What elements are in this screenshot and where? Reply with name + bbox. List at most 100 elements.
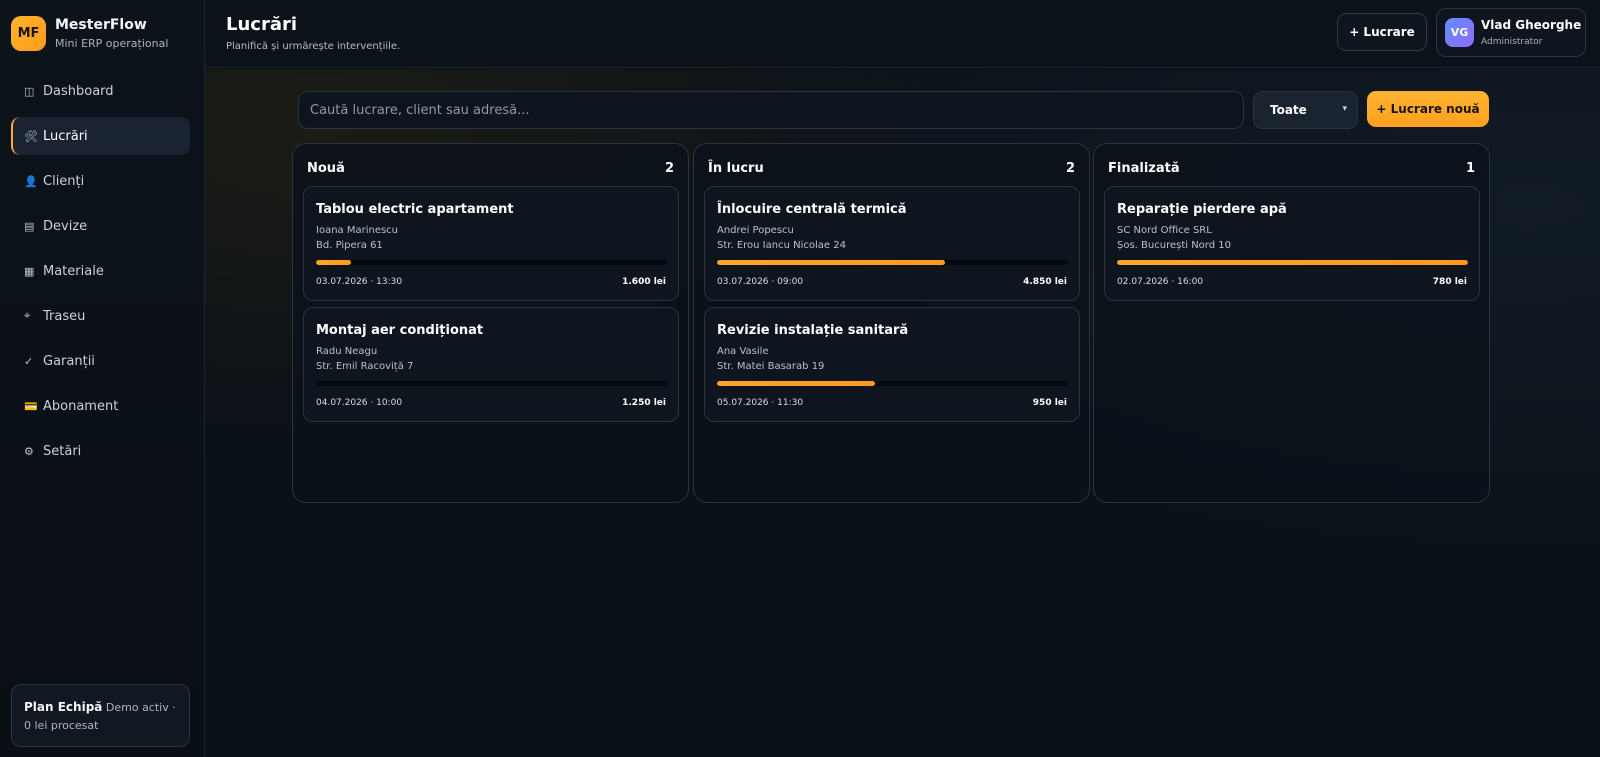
progress-fill (717, 381, 875, 386)
job-title: Reparație pierdere apă (1117, 202, 1287, 217)
column-header: În lucru 2 (708, 161, 1075, 176)
column-title: Finalizată (1108, 161, 1180, 176)
tools-icon: 🛠 (24, 129, 38, 143)
chevron-down-icon: ▾ (1342, 104, 1347, 114)
job-price: 950 lei (1032, 398, 1067, 408)
progress-bar (717, 260, 1068, 265)
progress-bar (1117, 260, 1468, 265)
job-price: 4.850 lei (1023, 277, 1067, 287)
sidebar-item-gear[interactable]: ⚙ Setări (11, 432, 190, 470)
sidebar-item-dashboard[interactable]: ◫ Dashboard (11, 72, 190, 110)
column-count: 2 (664, 161, 674, 176)
check-icon: ✓ (24, 354, 34, 368)
job-address: Șos. București Nord 10 (1117, 240, 1231, 251)
job-client: Andrei Popescu (717, 225, 794, 236)
brand[interactable]: MF MesterFlow Mini ERP operațional (11, 16, 168, 51)
job-price: 1.250 lei (622, 398, 666, 408)
brand-logo: MF (11, 16, 46, 51)
column-count: 2 (1065, 161, 1075, 176)
plan-box[interactable]: Plan Echipă Demo activ · 0 lei procesat (11, 684, 190, 747)
job-client: Ioana Marinescu (316, 225, 399, 236)
job-price: 1.600 lei (622, 277, 666, 287)
job-address: Str. Emil Racoviță 7 (316, 361, 414, 372)
progress-bar (717, 381, 1068, 386)
sidebar-item-label: Dashboard (43, 83, 114, 99)
route-icon: ⌖ (24, 309, 31, 322)
kanban-column: Nouă 2 Tablou electric apartament Ioana Mar… (292, 143, 689, 503)
kanban-column: În lucru 2 Înlocuire centrală termică Andre… (693, 143, 1090, 503)
job-title: Înlocuire centrală termică (717, 202, 907, 217)
sidebar-item-tools[interactable]: 🛠 Lucrări (11, 117, 190, 155)
card-icon: 💳 (24, 399, 38, 413)
sidebar-item-check[interactable]: ✓ Garanții (11, 342, 190, 380)
sidebar-nav: ◫ Dashboard 🛠 Lucrări 👤 Clienți ▤ Devize ▦ Materi… (11, 72, 190, 477)
sidebar-item-label: Materiale (43, 263, 104, 279)
sidebar-item-label: Garanții (43, 353, 95, 369)
progress-fill (1117, 260, 1468, 265)
progress-bar (316, 381, 667, 386)
job-date: 03.07.2026 · 09:00 (717, 277, 804, 287)
job-card[interactable]: Înlocuire centrală termică Andrei Popescu… (704, 186, 1080, 301)
sidebar-item-label: Lucrări (43, 128, 88, 144)
job-card[interactable]: Tablou electric apartament Ioana Marinesc… (303, 186, 679, 301)
column-header: Nouă 2 (307, 161, 674, 176)
brand-name: MesterFlow (55, 17, 147, 33)
job-address: Str. Erou Iancu Nicolae 24 (717, 240, 846, 251)
sidebar-item-label: Setări (43, 443, 82, 459)
column-count: 1 (1465, 161, 1475, 176)
job-address: Bd. Pipera 61 (316, 240, 383, 251)
job-title: Montaj aer condiționat (316, 323, 484, 338)
sidebar-item-label: Clienți (43, 173, 85, 189)
job-address: Str. Matei Basarab 19 (717, 361, 825, 372)
main-content: Toate ▾ + Lucrare nouă Nouă 2 Tablou elect… (205, 69, 1600, 757)
user-name: Vlad Gheorghe (1481, 18, 1582, 32)
sidebar: MF MesterFlow Mini ERP operațional ◫ Dash… (0, 0, 205, 757)
dashboard-icon: ◫ (24, 84, 35, 98)
user-icon: 👤 (24, 174, 38, 188)
job-date: 02.07.2026 · 16:00 (1117, 277, 1204, 287)
sidebar-item-user[interactable]: 👤 Clienți (11, 162, 190, 200)
sidebar-item-label: Abonament (43, 398, 119, 414)
topbar: Lucrări Planifică și urmărește intervenț… (205, 0, 1600, 68)
grid-icon: ▦ (24, 264, 35, 278)
sidebar-item-document[interactable]: ▤ Devize (11, 207, 190, 245)
job-date: 05.07.2026 · 11:30 (717, 398, 804, 408)
job-date: 04.07.2026 · 10:00 (316, 398, 403, 408)
progress-bar (316, 260, 667, 265)
user-text: Vlad Gheorghe Administrator (1481, 18, 1581, 47)
job-title: Revizie instalație sanitară (717, 323, 909, 338)
brand-subtitle: Mini ERP operațional (55, 37, 169, 50)
gear-icon: ⚙ (24, 444, 34, 458)
user-menu[interactable]: VG Vlad Gheorghe Administrator (1436, 8, 1586, 57)
job-client: SC Nord Office SRL (1117, 225, 1212, 236)
job-price: 780 lei (1432, 277, 1467, 287)
sidebar-item-route[interactable]: ⌖ Traseu (11, 297, 190, 335)
new-job-button[interactable]: + Lucrare nouă (1367, 91, 1489, 127)
user-role: Administrator (1481, 37, 1543, 47)
job-client: Ana Vasile (717, 346, 769, 357)
brand-text: MesterFlow Mini ERP operațional (55, 17, 168, 50)
search-input[interactable] (298, 91, 1244, 129)
job-card[interactable]: Revizie instalație sanitară Ana Vasile Str… (704, 307, 1080, 422)
sidebar-item-label: Traseu (43, 308, 86, 324)
avatar: VG (1445, 18, 1474, 47)
progress-fill (316, 260, 352, 265)
job-card[interactable]: Montaj aer condiționat Radu Neagu Str. Emi… (303, 307, 679, 422)
add-job-button[interactable]: + Lucrare (1337, 13, 1427, 51)
document-icon: ▤ (24, 219, 35, 233)
job-client: Radu Neagu (316, 346, 378, 357)
progress-fill (717, 260, 946, 265)
plan-name: Plan Echipă (24, 700, 103, 714)
job-card[interactable]: Reparație pierdere apă SC Nord Office SRL… (1104, 186, 1480, 301)
page-title: Lucrări (226, 14, 298, 35)
status-filter-select[interactable]: Toate ▾ (1253, 91, 1358, 129)
sidebar-item-label: Devize (43, 218, 88, 234)
status-filter-value: Toate (1270, 103, 1307, 117)
sidebar-item-grid[interactable]: ▦ Materiale (11, 252, 190, 290)
column-title: În lucru (708, 161, 764, 176)
job-title: Tablou electric apartament (316, 202, 514, 217)
job-date: 03.07.2026 · 13:30 (316, 277, 403, 287)
column-header: Finalizată 1 (1108, 161, 1475, 176)
sidebar-item-card[interactable]: 💳 Abonament (11, 387, 190, 425)
column-title: Nouă (307, 161, 345, 176)
